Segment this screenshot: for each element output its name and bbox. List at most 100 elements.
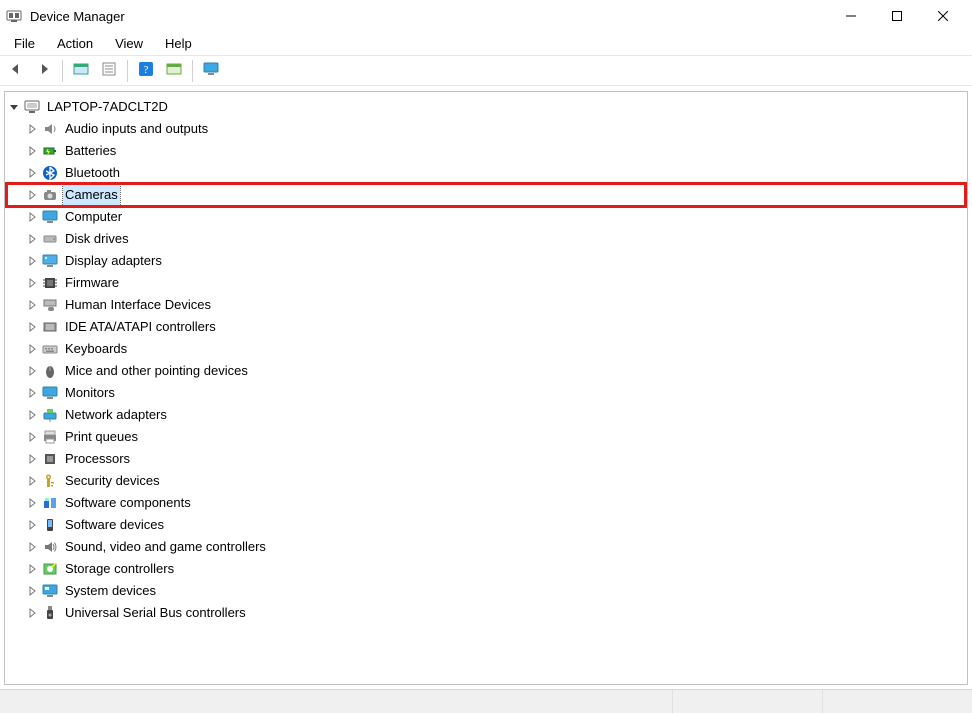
- chevron-right-icon[interactable]: [25, 188, 39, 202]
- chevron-right-icon[interactable]: [25, 452, 39, 466]
- svg-text:?: ?: [144, 64, 149, 76]
- ide-icon: [41, 318, 59, 336]
- toolbar-separator: [127, 60, 128, 82]
- tree-node[interactable]: Display adapters: [7, 250, 965, 272]
- tree-node[interactable]: Processors: [7, 448, 965, 470]
- toolbar-help-button[interactable]: ?: [134, 59, 158, 83]
- tree-node-label: Monitors: [65, 385, 115, 400]
- tree-node[interactable]: Print queues: [7, 426, 965, 448]
- chevron-right-icon[interactable]: [25, 584, 39, 598]
- swdev-icon: [41, 516, 59, 534]
- tree-node[interactable]: LAPTOP-7ADCLT2D: [7, 96, 965, 118]
- tree-node[interactable]: Keyboards: [7, 338, 965, 360]
- arrow-right-icon: [36, 61, 52, 80]
- menubar: File Action View Help: [0, 32, 972, 56]
- chevron-right-icon[interactable]: [25, 210, 39, 224]
- disk-icon: [41, 230, 59, 248]
- device-tree[interactable]: LAPTOP-7ADCLT2D Audio inputs and outputs B…: [4, 91, 968, 685]
- tree-node[interactable]: Firmware: [7, 272, 965, 294]
- menu-help[interactable]: Help: [155, 33, 202, 54]
- tree-panel: LAPTOP-7ADCLT2D Audio inputs and outputs B…: [0, 86, 972, 689]
- tree-node-label: Storage controllers: [65, 561, 174, 576]
- window-title: Device Manager: [30, 9, 125, 24]
- audio-icon: [41, 120, 59, 138]
- tree-node-label: LAPTOP-7ADCLT2D: [47, 99, 168, 114]
- toolbar-properties-button[interactable]: [97, 59, 121, 83]
- tree-node-label: Audio inputs and outputs: [65, 121, 208, 136]
- panel-icon: [73, 61, 89, 80]
- menu-file[interactable]: File: [4, 33, 45, 54]
- chevron-right-icon[interactable]: [25, 364, 39, 378]
- chevron-right-icon[interactable]: [25, 122, 39, 136]
- tree-node[interactable]: Bluetooth: [7, 162, 965, 184]
- display-icon: [41, 252, 59, 270]
- tree-node[interactable]: Computer: [7, 206, 965, 228]
- toolbar-forward-button[interactable]: [32, 59, 56, 83]
- tree-node[interactable]: IDE ATA/ATAPI controllers: [7, 316, 965, 338]
- tree-node-label: Bluetooth: [65, 165, 120, 180]
- chevron-right-icon[interactable]: [25, 254, 39, 268]
- chevron-right-icon[interactable]: [25, 408, 39, 422]
- chevron-right-icon[interactable]: [25, 144, 39, 158]
- chevron-right-icon[interactable]: [25, 496, 39, 510]
- chevron-right-icon[interactable]: [25, 320, 39, 334]
- tree-node[interactable]: Security devices: [7, 470, 965, 492]
- cpu-icon: [41, 450, 59, 468]
- chevron-right-icon[interactable]: [25, 606, 39, 620]
- tree-node[interactable]: Software devices: [7, 514, 965, 536]
- tree-node[interactable]: Universal Serial Bus controllers: [7, 602, 965, 624]
- arrow-left-icon: [8, 61, 24, 80]
- security-icon: [41, 472, 59, 490]
- tree-node[interactable]: Disk drives: [7, 228, 965, 250]
- toolbar-show-hidden-button[interactable]: [69, 59, 93, 83]
- tree-node[interactable]: Cameras: [7, 184, 965, 206]
- minimize-button[interactable]: [828, 0, 874, 32]
- properties-icon: [101, 61, 117, 80]
- chevron-down-icon[interactable]: [7, 100, 21, 114]
- sound-icon: [41, 538, 59, 556]
- chevron-right-icon[interactable]: [25, 430, 39, 444]
- tree-node-label: Computer: [65, 209, 122, 224]
- toolbar-refresh-button[interactable]: [162, 59, 186, 83]
- menu-view[interactable]: View: [105, 33, 153, 54]
- tree-node[interactable]: Audio inputs and outputs: [7, 118, 965, 140]
- tree-node-label: Network adapters: [65, 407, 167, 422]
- chevron-right-icon[interactable]: [25, 562, 39, 576]
- chevron-right-icon[interactable]: [25, 342, 39, 356]
- tree-node[interactable]: Mice and other pointing devices: [7, 360, 965, 382]
- tree-node[interactable]: Human Interface Devices: [7, 294, 965, 316]
- toolbar-scan-button[interactable]: [199, 59, 223, 83]
- chevron-right-icon[interactable]: [25, 474, 39, 488]
- chevron-right-icon[interactable]: [25, 298, 39, 312]
- maximize-button[interactable]: [874, 0, 920, 32]
- chevron-right-icon[interactable]: [25, 540, 39, 554]
- tree-node[interactable]: Storage controllers: [7, 558, 965, 580]
- menu-action[interactable]: Action: [47, 33, 103, 54]
- chevron-right-icon[interactable]: [25, 232, 39, 246]
- chevron-right-icon[interactable]: [25, 276, 39, 290]
- tree-node[interactable]: Sound, video and game controllers: [7, 536, 965, 558]
- chevron-right-icon[interactable]: [25, 386, 39, 400]
- chevron-right-icon[interactable]: [25, 518, 39, 532]
- tree-node[interactable]: Monitors: [7, 382, 965, 404]
- network-icon: [41, 406, 59, 424]
- toolbar-back-button[interactable]: [4, 59, 28, 83]
- tree-node-label: Keyboards: [65, 341, 127, 356]
- tree-node-label: System devices: [65, 583, 156, 598]
- window-controls: [828, 0, 966, 32]
- tree-node[interactable]: Software components: [7, 492, 965, 514]
- close-button[interactable]: [920, 0, 966, 32]
- device-manager-icon: [6, 8, 22, 24]
- tree-node-label: Sound, video and game controllers: [65, 539, 266, 554]
- chevron-right-icon[interactable]: [25, 166, 39, 180]
- tree-node[interactable]: Batteries: [7, 140, 965, 162]
- printer-icon: [41, 428, 59, 446]
- tree-node[interactable]: Network adapters: [7, 404, 965, 426]
- tree-node-label: Software devices: [65, 517, 164, 532]
- hid-icon: [41, 296, 59, 314]
- tree-node[interactable]: System devices: [7, 580, 965, 602]
- tree-node-label: IDE ATA/ATAPI controllers: [65, 319, 216, 334]
- swcomp-icon: [41, 494, 59, 512]
- tree-node-label: Human Interface Devices: [65, 297, 211, 312]
- computer-icon: [23, 98, 41, 116]
